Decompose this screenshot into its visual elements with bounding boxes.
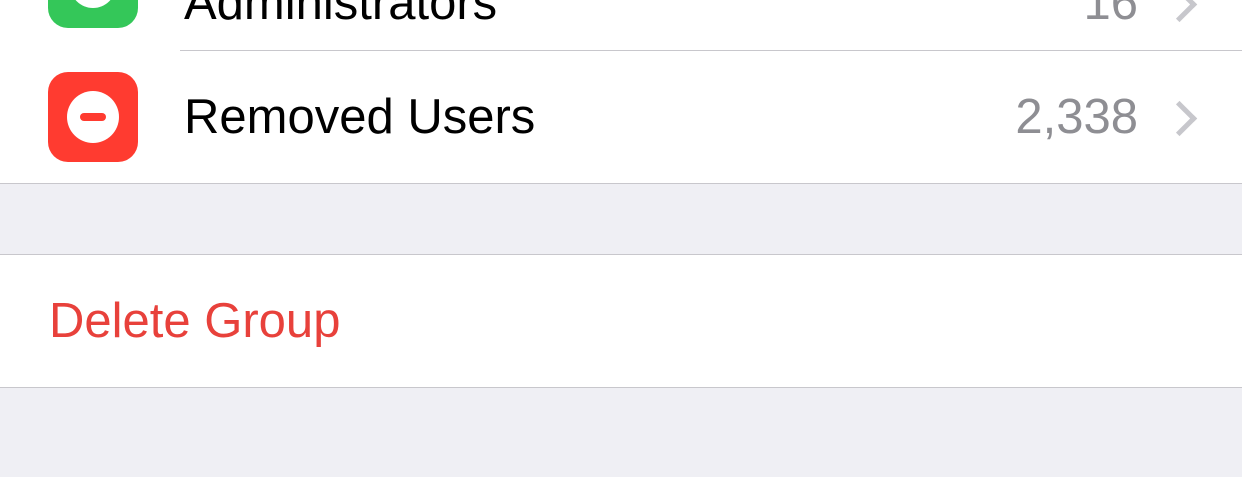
removed-users-count: 2,338 (1015, 90, 1138, 144)
delete-group-button[interactable]: Delete Group (49, 297, 340, 346)
minus-circle-glyph (67, 91, 119, 143)
minus-circle-icon (48, 72, 138, 162)
removed-users-label: Removed Users (184, 90, 536, 144)
administrators-glyph (70, 0, 116, 8)
removed-users-row[interactable]: Removed Users 2,338 (0, 51, 1242, 183)
delete-group-section: Delete Group (0, 254, 1242, 388)
chevron-right-icon (1161, 100, 1198, 137)
administrators-count: 16 (1083, 0, 1138, 30)
administrators-label: Administrators (184, 0, 498, 30)
members-settings-group: Administrators 16 Removed Users 2,338 (0, 0, 1242, 184)
administrators-row[interactable]: Administrators 16 (0, 0, 1242, 50)
administrators-icon (48, 0, 138, 28)
minus-bar (80, 113, 106, 121)
chevron-right-icon (1161, 0, 1198, 23)
